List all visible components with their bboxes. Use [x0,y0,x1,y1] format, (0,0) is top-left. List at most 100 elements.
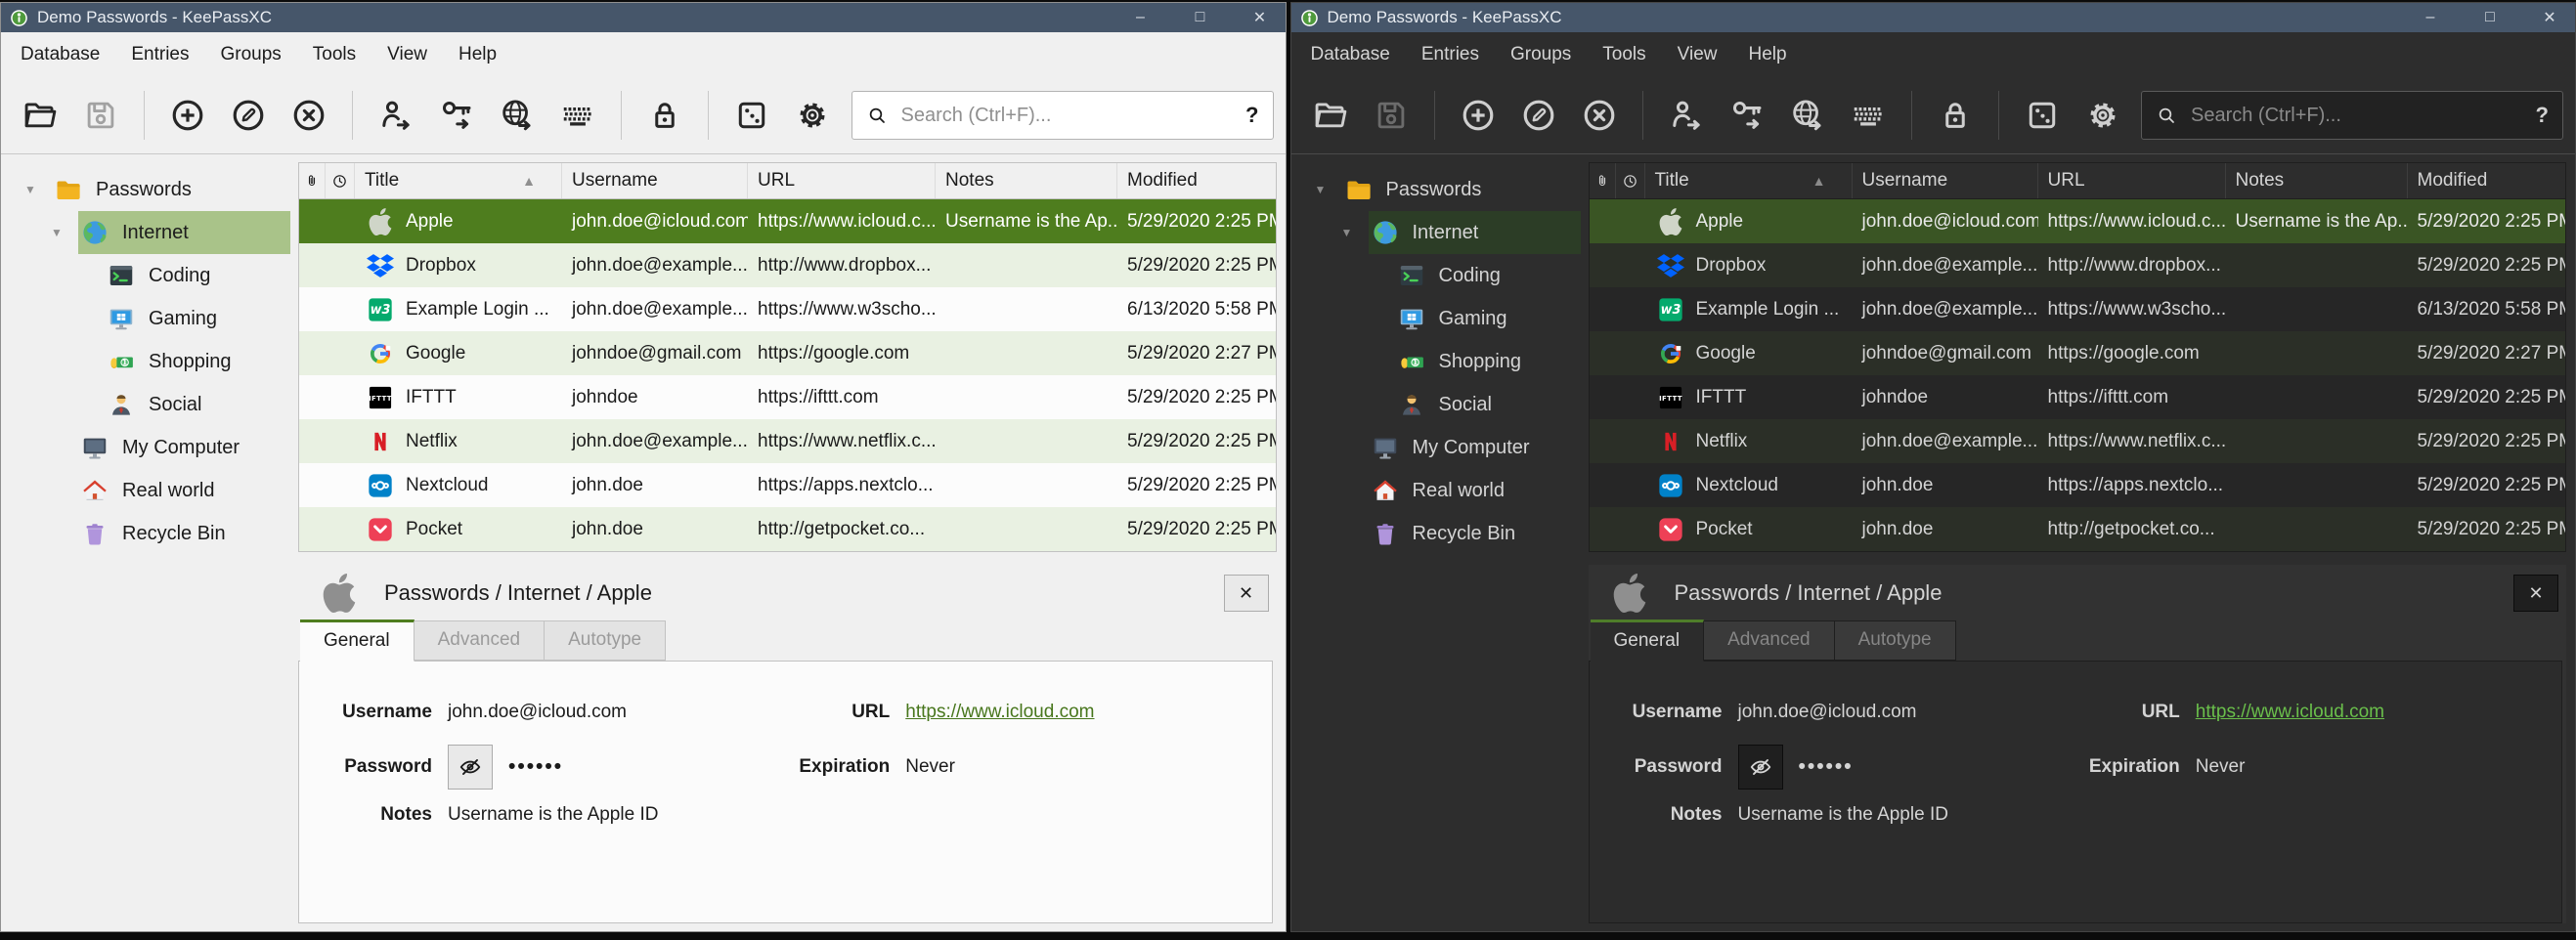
tab-advanced[interactable]: Advanced [415,620,546,661]
entry-row-example-login[interactable]: Example Login ... john.doe@example.... h… [299,287,1276,331]
modified-column-header[interactable]: Modified [2408,163,2566,198]
tab-advanced[interactable]: Advanced [1704,620,1835,661]
entry-row-pocket[interactable]: Pocket john.doe http://getpocket.co... 5… [299,507,1276,551]
expander-icon[interactable]: ▼ [1341,226,1369,239]
save-database-button[interactable] [73,88,128,143]
url-column-header[interactable]: URL [748,163,936,198]
group-item-gaming[interactable]: Gaming [7,297,290,340]
menu-view[interactable]: View [371,38,443,71]
tab-autotype[interactable]: Autotype [1835,620,1956,661]
titlebar[interactable]: Demo Passwords - KeePassXC – □ ✕ [1291,3,2576,32]
tab-general[interactable]: General [1591,620,1705,662]
menu-database[interactable]: Database [5,38,115,71]
entry-row-apple[interactable]: Apple john.doe@icloud.com https://www.ic… [1590,199,2566,243]
edit-entry-button[interactable] [221,88,276,143]
copy-url-button[interactable] [1780,88,1835,143]
group-item-social[interactable]: Social [7,383,290,426]
group-item-internet[interactable]: ▼ Internet [7,211,290,254]
add-entry-button[interactable] [1451,88,1506,143]
username-column-header[interactable]: Username [1853,163,2038,198]
entry-row-google[interactable]: Google johndoe@gmail.com https://google.… [299,331,1276,375]
password-reveal-button[interactable] [1738,745,1783,790]
entry-row-dropbox[interactable]: Dropbox john.doe@example.... http://www.… [1590,243,2566,287]
password-reveal-button[interactable] [448,745,493,790]
group-item-shopping[interactable]: Shopping [1297,340,1581,383]
password-generator-button[interactable] [2015,88,2070,143]
entry-row-ifttt[interactable]: IFTTT johndoe https://ifttt.com 5/29/202… [299,375,1276,419]
group-item-passwords[interactable]: ▼ Passwords [1297,168,1581,211]
menu-help[interactable]: Help [1733,38,1803,71]
notes-column-header[interactable]: Notes [936,163,1117,198]
add-entry-button[interactable] [160,88,215,143]
group-item-coding[interactable]: Coding [7,254,290,297]
maximize-button[interactable]: □ [2465,9,2515,26]
perform-autotype-button[interactable] [550,88,605,143]
menu-view[interactable]: View [1662,38,1733,71]
delete-entry-button[interactable] [282,88,336,143]
entry-row-nextcloud[interactable]: Nextcloud john.doe https://apps.nextclo.… [1590,463,2566,507]
entry-row-pocket[interactable]: Pocket john.doe http://getpocket.co... 5… [1590,507,2566,551]
copy-username-button[interactable] [1659,88,1714,143]
tab-autotype[interactable]: Autotype [545,620,666,661]
close-button[interactable]: ✕ [2524,8,2575,27]
url-link[interactable]: https://www.icloud.com [905,702,1094,723]
minimize-button[interactable]: – [1115,9,1166,26]
copy-url-button[interactable] [490,88,545,143]
group-item-social[interactable]: Social [1297,383,1581,426]
menu-tools[interactable]: Tools [1587,38,1661,71]
expander-icon[interactable]: ▼ [1315,183,1342,196]
menu-tools[interactable]: Tools [297,38,371,71]
minimize-button[interactable]: – [2405,9,2456,26]
modified-column-header[interactable]: Modified [1117,163,1276,198]
entry-row-netflix[interactable]: Netflix john.doe@example.... https://www… [299,419,1276,463]
close-preview-button[interactable]: ✕ [2513,575,2558,612]
open-database-button[interactable] [1303,88,1358,143]
lock-database-button[interactable] [637,88,692,143]
entry-row-apple[interactable]: Apple john.doe@icloud.com https://www.ic… [299,199,1276,243]
url-link[interactable]: https://www.icloud.com [2196,702,2384,723]
search-input[interactable] [2191,105,2523,127]
expiry-column-header[interactable] [1616,163,1645,198]
save-database-button[interactable] [1364,88,1419,143]
username-column-header[interactable]: Username [562,163,748,198]
group-item-recycle-bin[interactable]: Recycle Bin [7,512,290,555]
title-column-header[interactable]: Title ▲ [355,163,562,198]
copy-password-button[interactable] [429,88,484,143]
entry-row-dropbox[interactable]: Dropbox john.doe@example.... http://www.… [299,243,1276,287]
menu-database[interactable]: Database [1295,38,1406,71]
tab-general[interactable]: General [300,620,415,662]
menu-groups[interactable]: Groups [1495,38,1587,71]
notes-column-header[interactable]: Notes [2226,163,2408,198]
group-item-internet[interactable]: ▼ Internet [1297,211,1581,254]
group-item-passwords[interactable]: ▼ Passwords [7,168,290,211]
entry-row-google[interactable]: Google johndoe@gmail.com https://google.… [1590,331,2566,375]
entry-row-nextcloud[interactable]: Nextcloud john.doe https://apps.nextclo.… [299,463,1276,507]
maximize-button[interactable]: □ [1175,9,1226,26]
search-input[interactable] [901,105,1234,127]
search-help-button[interactable]: ? [2536,103,2549,128]
entry-row-example-login[interactable]: Example Login ... john.doe@example.... h… [1590,287,2566,331]
group-item-coding[interactable]: Coding [1297,254,1581,297]
group-item-my-computer[interactable]: My Computer [1297,426,1581,469]
copy-password-button[interactable] [1720,88,1774,143]
lock-database-button[interactable] [1928,88,1983,143]
expiry-column-header[interactable] [326,163,355,198]
menu-entries[interactable]: Entries [1406,38,1495,71]
titlebar[interactable]: Demo Passwords - KeePassXC – □ ✕ [1,3,1286,32]
menu-entries[interactable]: Entries [115,38,204,71]
copy-username-button[interactable] [369,88,423,143]
attachment-column-header[interactable] [299,163,326,198]
search-help-button[interactable]: ? [1245,103,1258,128]
group-item-shopping[interactable]: Shopping [7,340,290,383]
close-preview-button[interactable]: ✕ [1224,575,1269,612]
group-item-recycle-bin[interactable]: Recycle Bin [1297,512,1581,555]
attachment-column-header[interactable] [1590,163,1616,198]
url-column-header[interactable]: URL [2038,163,2226,198]
menu-groups[interactable]: Groups [204,38,296,71]
menu-help[interactable]: Help [443,38,512,71]
password-generator-button[interactable] [724,88,779,143]
delete-entry-button[interactable] [1572,88,1627,143]
entry-row-ifttt[interactable]: IFTTT johndoe https://ifttt.com 5/29/202… [1590,375,2566,419]
group-item-real-world[interactable]: Real world [1297,469,1581,512]
edit-entry-button[interactable] [1511,88,1566,143]
